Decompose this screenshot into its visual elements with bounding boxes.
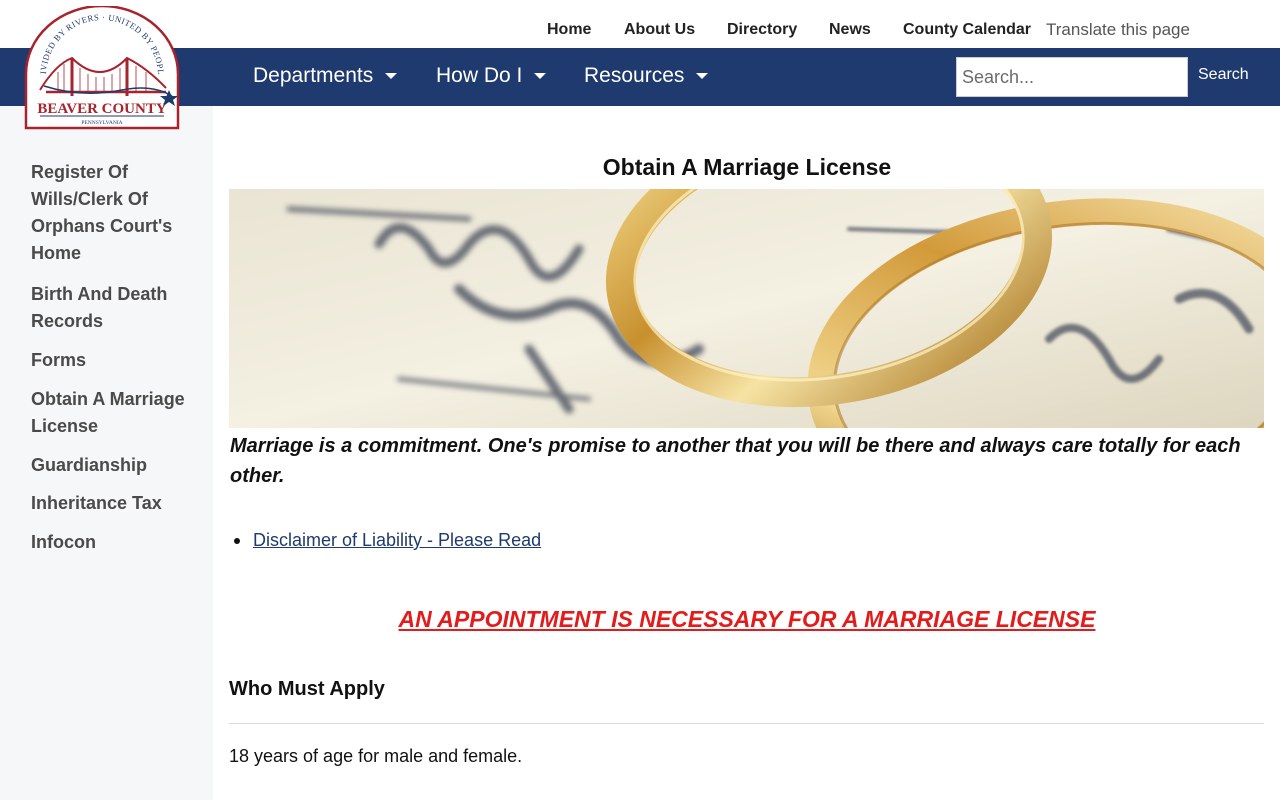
wedding-rings-image — [229, 189, 1264, 428]
search-button[interactable]: Search — [1198, 66, 1249, 84]
nav-departments-label: Departments — [253, 64, 374, 87]
marriage-quote: Marriage is a commitment. One's promise … — [230, 435, 1241, 487]
nav-how-do-i-dropdown[interactable]: How Do I — [436, 64, 547, 88]
search-input[interactable] — [956, 57, 1188, 97]
main-navbar: Departments How Do I Resources Search — [0, 48, 1280, 106]
caret-down-icon — [385, 73, 398, 79]
appointment-notice: AN APPOINTMENT IS NECESSARY FOR A MARRIA… — [398, 606, 1096, 632]
disclaimer-link[interactable]: Disclaimer of Liability - Please Read — [253, 530, 541, 550]
sidebar-item-infocon[interactable]: Infocon — [31, 529, 203, 556]
who-must-apply-heading: Who Must Apply — [229, 678, 385, 700]
sidebar: Register Of Wills/Clerk Of Orphans Court… — [0, 106, 213, 800]
nav-resources-dropdown[interactable]: Resources — [584, 64, 709, 88]
top-link-news[interactable]: News — [829, 21, 871, 39]
sidebar-item-register-of-wills[interactable]: Register Of Wills/Clerk Of Orphans Court… — [31, 159, 203, 267]
nav-how-do-i-label: How Do I — [436, 64, 523, 87]
top-link-directory[interactable]: Directory — [727, 21, 797, 39]
sidebar-item-guardianship[interactable]: Guardianship — [31, 452, 203, 479]
sidebar-item-inheritance-tax[interactable]: Inheritance Tax — [31, 490, 203, 517]
top-link-county-calendar[interactable]: County Calendar — [903, 21, 1031, 39]
sidebar-item-forms[interactable]: Forms — [31, 347, 203, 374]
caret-down-icon — [696, 73, 709, 79]
top-utility-bar: Home About Us Directory News County Cale… — [0, 0, 1280, 48]
sidebar-item-birth-death-records[interactable]: Birth And Death Records — [31, 281, 203, 335]
age-requirement-text: 18 years of age for male and female. — [229, 746, 523, 766]
list-item: Disclaimer of Liability - Please Read — [229, 530, 541, 551]
section-divider — [229, 723, 1264, 724]
top-link-about-us[interactable]: About Us — [624, 21, 695, 39]
logo-name: BEAVER COUNTY — [37, 101, 166, 117]
logo-state: PENNSYLVANIA — [81, 120, 122, 126]
nav-departments-dropdown[interactable]: Departments — [253, 64, 398, 88]
disclaimer-list: Disclaimer of Liability - Please Read — [229, 530, 541, 551]
beaver-county-logo[interactable]: DIVIDED BY RIVERS · UNITED BY PEOPLE BEA… — [19, 0, 182, 130]
caret-down-icon — [534, 73, 547, 79]
translate-page-link[interactable]: Translate this page — [1046, 20, 1190, 40]
top-link-home[interactable]: Home — [547, 21, 591, 39]
page-title: Obtain A Marriage License — [602, 154, 892, 180]
bullet-icon — [234, 538, 240, 544]
nav-resources-label: Resources — [584, 64, 685, 87]
sidebar-item-marriage-license[interactable]: Obtain A Marriage License — [31, 386, 203, 440]
